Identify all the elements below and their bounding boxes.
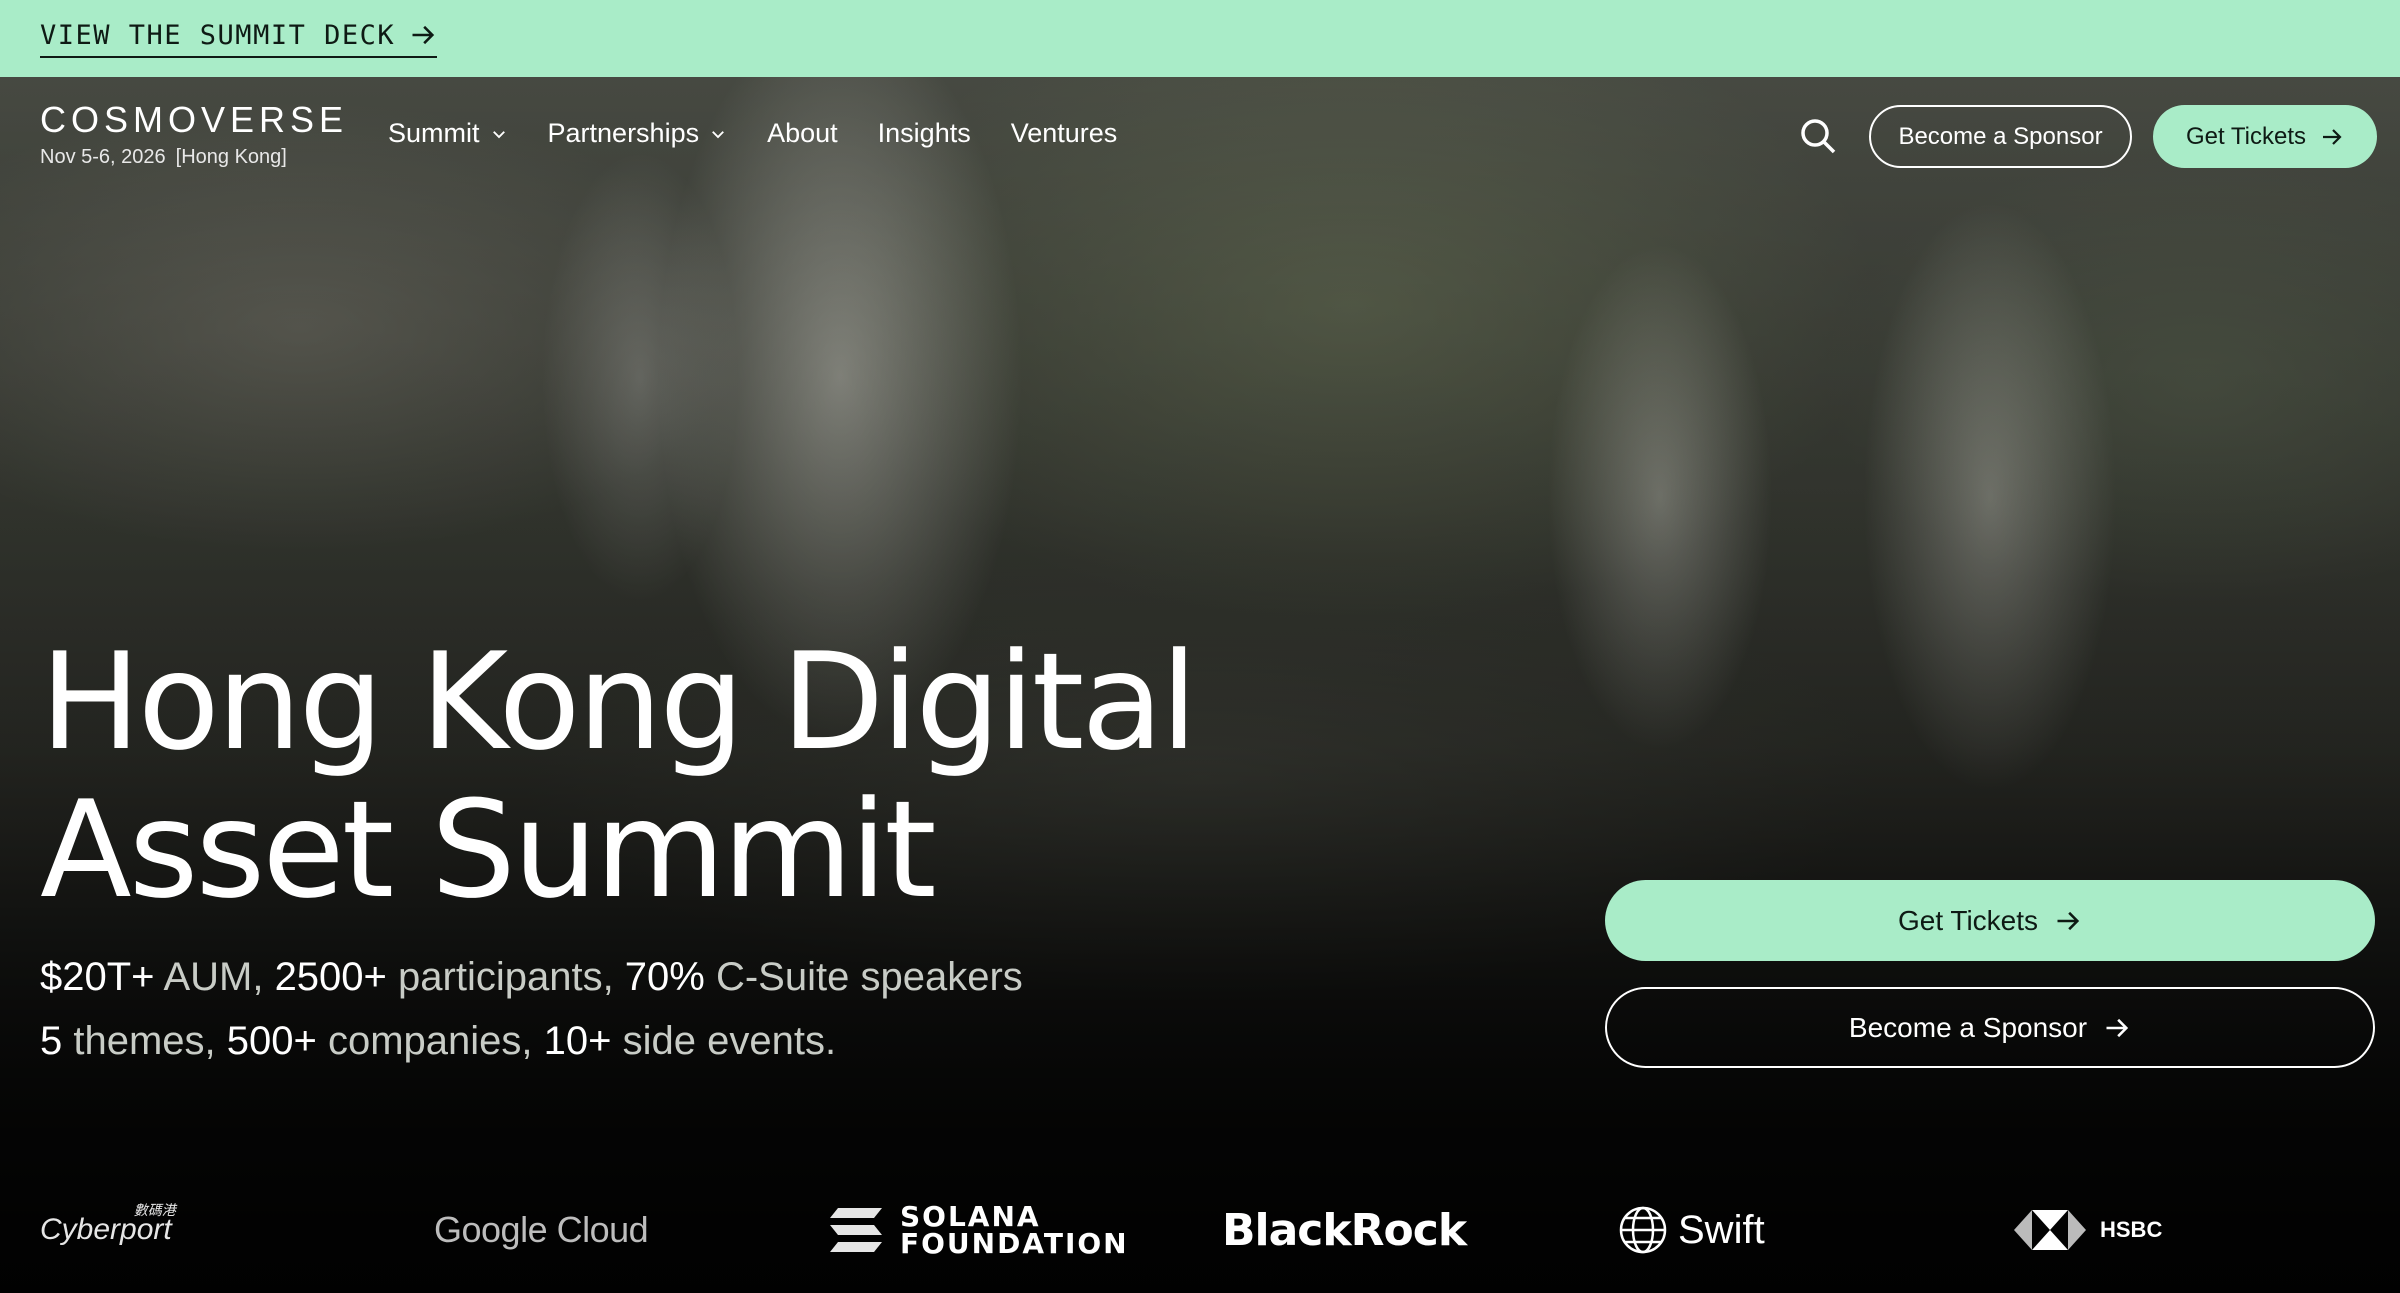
partner-logo-cyberport: Cyberport 數碼港 <box>40 1202 176 1246</box>
search-icon[interactable] <box>1798 116 1838 156</box>
partner-logo-swift: Swift <box>1618 1190 1765 1270</box>
event-location: [Hong Kong] <box>175 146 287 168</box>
nav-item-summit[interactable]: Summit <box>388 118 508 149</box>
header-tickets-button[interactable]: Get Tickets <box>2153 105 2377 168</box>
nav-item-about[interactable]: About <box>767 118 838 149</box>
arrow-right-icon <box>2057 911 2080 930</box>
arrow-right-icon <box>412 25 435 45</box>
brand-name: COSMOVERSE <box>40 99 349 140</box>
summit-deck-label: VIEW THE SUMMIT DECK <box>40 19 396 51</box>
partner-logo-google-cloud: Google Cloud <box>434 1209 649 1250</box>
partner-logo-hsbc: HSBC <box>2014 1190 2162 1270</box>
hero-tickets-button[interactable]: Get Tickets <box>1605 880 2375 961</box>
event-date: Nov 5-6, 2026 <box>40 146 166 168</box>
hsbc-hexagon-icon <box>2014 1210 2086 1250</box>
chevron-down-icon <box>492 130 505 138</box>
chevron-down-icon <box>712 130 725 138</box>
brand-logo[interactable]: COSMOVERSE Nov 5-6, 2026 [Hong Kong] <box>40 102 348 169</box>
announcement-bar: VIEW THE SUMMIT DECK <box>0 0 2400 77</box>
nav-item-ventures[interactable]: Ventures <box>1011 118 1118 149</box>
hero-title: Hong Kong Digital Asset Summit <box>40 624 1198 928</box>
globe-icon <box>1619 1206 1667 1254</box>
solana-mark-icon <box>830 1208 882 1252</box>
partner-logo-blackrock: BlackRock <box>1222 1204 1467 1256</box>
nav-item-partnerships[interactable]: Partnerships <box>548 118 728 149</box>
nav-item-insights[interactable]: Insights <box>878 118 971 149</box>
stats-line-1: $20T+ AUM, 2500+ participants, 70% C-Sui… <box>40 955 1023 999</box>
arrow-right-icon <box>2323 128 2342 145</box>
main-nav: Summit Partnerships About Insights Ventu… <box>388 118 1117 149</box>
brand-subline: Nov 5-6, 2026 [Hong Kong] <box>40 146 348 169</box>
hero-sponsor-button[interactable]: Become a Sponsor <box>1605 987 2375 1068</box>
arrow-right-icon <box>2106 1018 2129 1037</box>
summit-deck-link[interactable]: VIEW THE SUMMIT DECK <box>40 18 438 58</box>
stats-line-2: 5 themes, 500+ companies, 10+ side event… <box>40 1019 837 1063</box>
header-sponsor-button[interactable]: Become a Sponsor <box>1869 105 2132 168</box>
partner-logos: Cyberport 數碼港 Google Cloud SOLANA FOUNDA… <box>0 1190 2400 1270</box>
partner-logo-solana-foundation: SOLANA FOUNDATION <box>828 1190 1129 1270</box>
hero-stats: $20T+ AUM, 2500+ participants, 70% C-Sui… <box>40 945 1023 1073</box>
